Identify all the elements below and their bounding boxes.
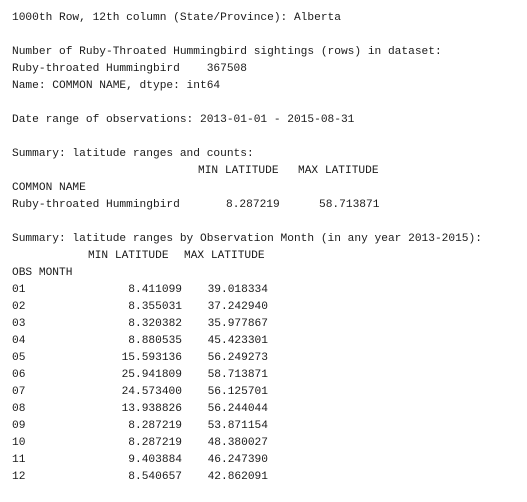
- month-cell: 06: [12, 369, 26, 381]
- min-latitude-cell: 8.287219: [128, 420, 182, 432]
- min-latitude-cell: 15.593136: [121, 352, 182, 364]
- table-row: 04 8.880535 45.423301: [12, 333, 522, 350]
- dtype-line: Name: COMMON NAME, dtype: int64: [12, 80, 221, 92]
- month-cell: 08: [12, 403, 26, 415]
- species-index-header: COMMON NAME: [12, 180, 522, 197]
- table-row: 09 8.287219 53.871154: [12, 418, 522, 435]
- month-cell: 03: [12, 318, 26, 330]
- min-latitude-cell: 24.573400: [121, 386, 182, 398]
- index-name-common-name: COMMON NAME: [12, 182, 86, 194]
- max-latitude-cell: 39.018334: [207, 284, 268, 296]
- month-cell: 12: [12, 471, 26, 483]
- month-cell: 04: [12, 335, 26, 347]
- table-row: 01 8.411099 39.018334: [12, 282, 522, 299]
- count-value-line: Ruby-throated Hummingbird 367508: [12, 63, 247, 75]
- max-latitude-cell: 56.249273: [207, 352, 268, 364]
- count-title: Number of Ruby-Throated Hummingbird sigh…: [12, 46, 442, 58]
- min-latitude-cell: 9.403884: [128, 454, 182, 466]
- min-latitude-cell: 8.287219: [128, 437, 182, 449]
- table-row: 11 9.403884 46.247390: [12, 452, 522, 469]
- month-cell: 01: [12, 284, 26, 296]
- min-latitude-cell: 8.880535: [128, 335, 182, 347]
- table-row: 07 24.573400 56.125701: [12, 384, 522, 401]
- month-table-body: 01 8.411099 39.018334 02 8.355031 37.242940 03…: [12, 282, 522, 486]
- month-cell: 02: [12, 301, 26, 313]
- max-latitude-cell: 42.862091: [207, 471, 268, 483]
- date-range-line: Date range of observations: 2013-01-01 -…: [12, 114, 355, 126]
- min-latitude-cell: 8.540657: [128, 471, 182, 483]
- table-row: 08 13.938826 56.244044: [12, 401, 522, 418]
- min-latitude-cell: 8.411099: [128, 284, 182, 296]
- min-latitude-cell: 25.941809: [121, 369, 182, 381]
- max-latitude-cell: 56.125701: [207, 386, 268, 398]
- table-row: 03 8.320382 35.977867: [12, 316, 522, 333]
- month-index-header: OBS MONTH: [12, 265, 522, 282]
- min-latitude-cell: 8.320382: [128, 318, 182, 330]
- column-header-min-latitude: MIN LATITUDE: [198, 165, 279, 177]
- max-latitude-cell: 37.242940: [207, 301, 268, 313]
- max-latitude-cell: 45.423301: [207, 335, 268, 347]
- species-summary-title: Summary: latitude ranges and counts:: [12, 148, 254, 160]
- month-cell: 10: [12, 437, 26, 449]
- max-latitude-cell: 56.244044: [207, 403, 268, 415]
- species-table-row: Ruby-throated Hummingbird 8.287219 58.71…: [12, 197, 522, 214]
- month-cell: 05: [12, 352, 26, 364]
- species-table-header: MIN LATITUDE MAX LATITUDE: [12, 163, 522, 180]
- console-output: 1000th Row, 12th column (State/Province)…: [12, 10, 522, 486]
- table-row: 05 15.593136 56.249273: [12, 350, 522, 367]
- min-latitude-cell: 8.355031: [128, 301, 182, 313]
- table-row: 10 8.287219 48.380027: [12, 435, 522, 452]
- min-latitude-cell: 13.938826: [121, 403, 182, 415]
- column-header-max-latitude: MAX LATITUDE: [184, 250, 265, 262]
- header-line: 1000th Row, 12th column (State/Province)…: [12, 12, 341, 24]
- month-cell: 07: [12, 386, 26, 398]
- column-header-min-latitude: MIN LATITUDE: [88, 250, 169, 262]
- max-latitude-cell: 35.977867: [207, 318, 268, 330]
- max-latitude-cell: 48.380027: [207, 437, 268, 449]
- month-cell: 11: [12, 454, 26, 466]
- table-row: 02 8.355031 37.242940: [12, 299, 522, 316]
- max-latitude-cell: 53.871154: [207, 420, 268, 432]
- species-name-cell: Ruby-throated Hummingbird: [12, 199, 180, 211]
- table-row: 06 25.941809 58.713871: [12, 367, 522, 384]
- max-latitude-cell: 46.247390: [207, 454, 268, 466]
- column-header-max-latitude: MAX LATITUDE: [298, 165, 379, 177]
- table-row: 12 8.540657 42.862091: [12, 469, 522, 486]
- month-cell: 09: [12, 420, 26, 432]
- max-latitude-cell: 58.713871: [207, 369, 268, 381]
- species-max-cell: 58.713871: [319, 199, 380, 211]
- month-table-header: MIN LATITUDE MAX LATITUDE: [12, 248, 522, 265]
- species-min-cell: 8.287219: [226, 199, 280, 211]
- month-summary-title: Summary: latitude ranges by Observation …: [12, 233, 482, 245]
- index-name-obs-month: OBS MONTH: [12, 267, 73, 279]
